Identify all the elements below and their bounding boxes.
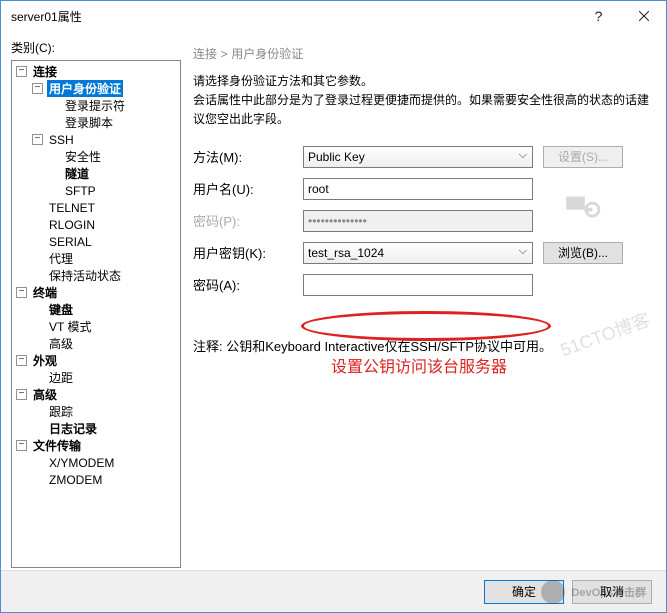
tree-node-margin[interactable]: 边距 — [12, 369, 180, 386]
ok-button[interactable]: 确定 — [484, 580, 564, 604]
desc-line1: 请选择身份验证方法和其它参数。 — [193, 72, 656, 91]
username-input[interactable] — [303, 178, 533, 200]
tree-node-advanced-term[interactable]: 高级 — [12, 335, 180, 352]
description: 请选择身份验证方法和其它参数。 会话属性中此部分是为了登录过程更便捷而提供的。如… — [193, 72, 656, 130]
method-label: 方法(M): — [193, 147, 293, 166]
tree-node-connection[interactable]: −连接 — [12, 63, 180, 80]
tree-node-login-prompt[interactable]: 登录提示符 — [12, 97, 180, 114]
userkey-label: 用户密钥(K): — [193, 243, 293, 262]
tree-node-sftp[interactable]: SFTP — [12, 182, 180, 199]
desc-line2: 会话属性中此部分是为了登录过程更便捷而提供的。如果需要安全性很高的状态的话建议您… — [193, 91, 656, 129]
passphrase-label: 密码(A): — [193, 275, 293, 294]
auth-form: 方法(M): Public Key 设置(S)... 用户名(U): 密码(P)… — [193, 146, 656, 296]
settings-button[interactable]: 设置(S)... — [543, 146, 623, 168]
method-select[interactable]: Public Key — [303, 146, 533, 168]
tree-node-rlogin[interactable]: RLOGIN — [12, 216, 180, 233]
tree-node-trace[interactable]: 跟踪 — [12, 403, 180, 420]
close-button[interactable] — [621, 1, 666, 31]
tree-node-xymodem[interactable]: X/YMODEM — [12, 454, 180, 471]
tree-node-advanced[interactable]: −高级 — [12, 386, 180, 403]
tree-node-telnet[interactable]: TELNET — [12, 199, 180, 216]
close-icon — [639, 11, 649, 21]
tree-node-vtmode[interactable]: VT 模式 — [12, 318, 180, 335]
username-label: 用户名(U): — [193, 179, 293, 198]
annotation-text: 设置公钥访问该台服务器 — [331, 353, 507, 377]
tree-node-filetransfer[interactable]: −文件传输 — [12, 437, 180, 454]
category-label: 类别(C): — [11, 39, 181, 56]
dialog-footer: 确定 取消 — [1, 570, 666, 612]
tree-node-terminal[interactable]: −终端 — [12, 284, 180, 301]
breadcrumb-sep: > — [221, 47, 228, 61]
tree-node-proxy[interactable]: 代理 — [12, 250, 180, 267]
tree-node-zmodem[interactable]: ZMODEM — [12, 471, 180, 488]
breadcrumb: 连接 > 用户身份验证 — [193, 39, 656, 72]
tree-node-auth[interactable]: −用户身份验证 — [12, 80, 180, 97]
passphrase-input[interactable] — [303, 274, 533, 296]
tree-node-log[interactable]: 日志记录 — [12, 420, 180, 437]
cancel-button[interactable]: 取消 — [572, 580, 652, 604]
tree-node-appearance[interactable]: −外观 — [12, 352, 180, 369]
password-label: 密码(P): — [193, 211, 293, 230]
breadcrumb-current: 用户身份验证 — [231, 47, 303, 61]
password-input — [303, 210, 533, 232]
help-button[interactable]: ? — [576, 1, 621, 31]
titlebar: server01属性 ? — [1, 1, 666, 31]
userkey-select[interactable]: test_rsa_1024 — [303, 242, 533, 264]
tree-node-tunnel[interactable]: 隧道 — [12, 165, 180, 182]
category-tree[interactable]: −连接 −用户身份验证 登录提示符 登录脚本 −SSH — [11, 60, 181, 568]
right-panel: 连接 > 用户身份验证 请选择身份验证方法和其它参数。 会话属性中此部分是为了登… — [181, 39, 656, 570]
window-title: server01属性 — [11, 8, 576, 25]
key-icon — [564, 191, 602, 219]
tree-node-keepalive[interactable]: 保持活动状态 — [12, 267, 180, 284]
tree-node-serial[interactable]: SERIAL — [12, 233, 180, 250]
tree-node-ssh[interactable]: −SSH — [12, 131, 180, 148]
browse-button[interactable]: 浏览(B)... — [543, 242, 623, 264]
tree-node-security[interactable]: 安全性 — [12, 148, 180, 165]
note-text: 注释: 公钥和Keyboard Interactive仅在SSH/SFTP协议中… — [193, 336, 656, 355]
breadcrumb-root: 连接 — [193, 47, 217, 61]
tree-node-login-script[interactable]: 登录脚本 — [12, 114, 180, 131]
left-panel: 类别(C): −连接 −用户身份验证 登录提示符 登录脚本 — [11, 39, 181, 570]
tree-node-keyboard[interactable]: 键盘 — [12, 301, 180, 318]
